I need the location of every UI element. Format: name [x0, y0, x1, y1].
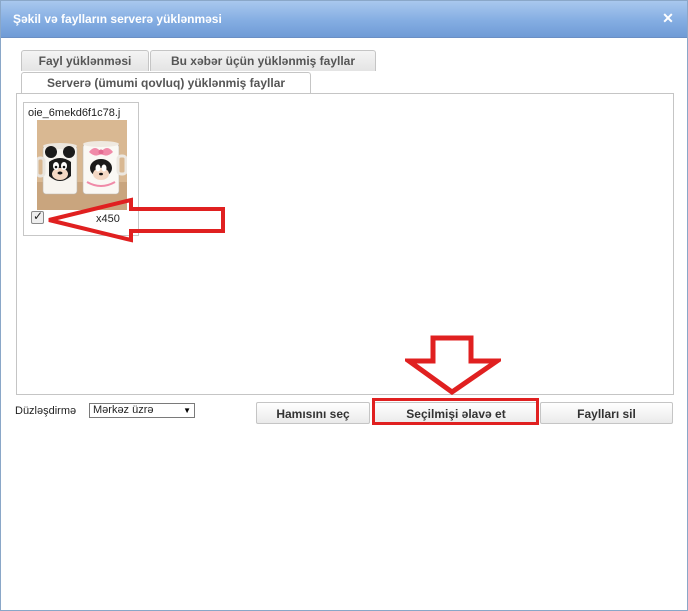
file-name: oie_6mekd6f1c78.j	[28, 107, 121, 119]
select-all-button[interactable]: Hamısını seç	[256, 402, 370, 424]
file-browser-panel: oie_6mekd6f1c78.j ✓ x450	[16, 93, 674, 395]
file-preview-image[interactable]	[37, 120, 127, 210]
close-icon[interactable]: ✕	[661, 10, 675, 26]
tab-server-files[interactable]: Serverə (ümumi qovluq) yüklənmiş fayllar	[21, 72, 311, 94]
alignment-selected-value: Mərkəz üzrə	[93, 404, 154, 416]
file-thumbnail-card[interactable]: oie_6mekd6f1c78.j ✓ x450	[23, 102, 139, 236]
chevron-down-icon: ▼	[183, 406, 191, 415]
upload-dialog: Şəkil və faylların serverə yüklənməsi ✕ …	[0, 0, 688, 611]
add-selected-button[interactable]: Seçilmişi əlavə et	[374, 402, 538, 424]
tab-news-files[interactable]: Bu xəbər üçün yüklənmiş fayllar	[150, 50, 376, 71]
file-select-checkbox[interactable]: ✓	[31, 209, 44, 224]
file-size: x450	[96, 213, 120, 225]
alignment-select[interactable]: Mərkəz üzrə ▼	[89, 403, 195, 418]
dialog-titlebar[interactable]: Şəkil və faylların serverə yüklənməsi ✕	[1, 1, 687, 38]
tab-file-upload[interactable]: Fayl yüklənməsi	[21, 50, 149, 71]
dialog-title: Şəkil və faylların serverə yüklənməsi	[13, 12, 222, 26]
delete-files-button[interactable]: Faylları sil	[540, 402, 673, 424]
alignment-label: Düzləşdirmə	[15, 405, 77, 417]
checkmark-icon: ✓	[33, 209, 44, 223]
